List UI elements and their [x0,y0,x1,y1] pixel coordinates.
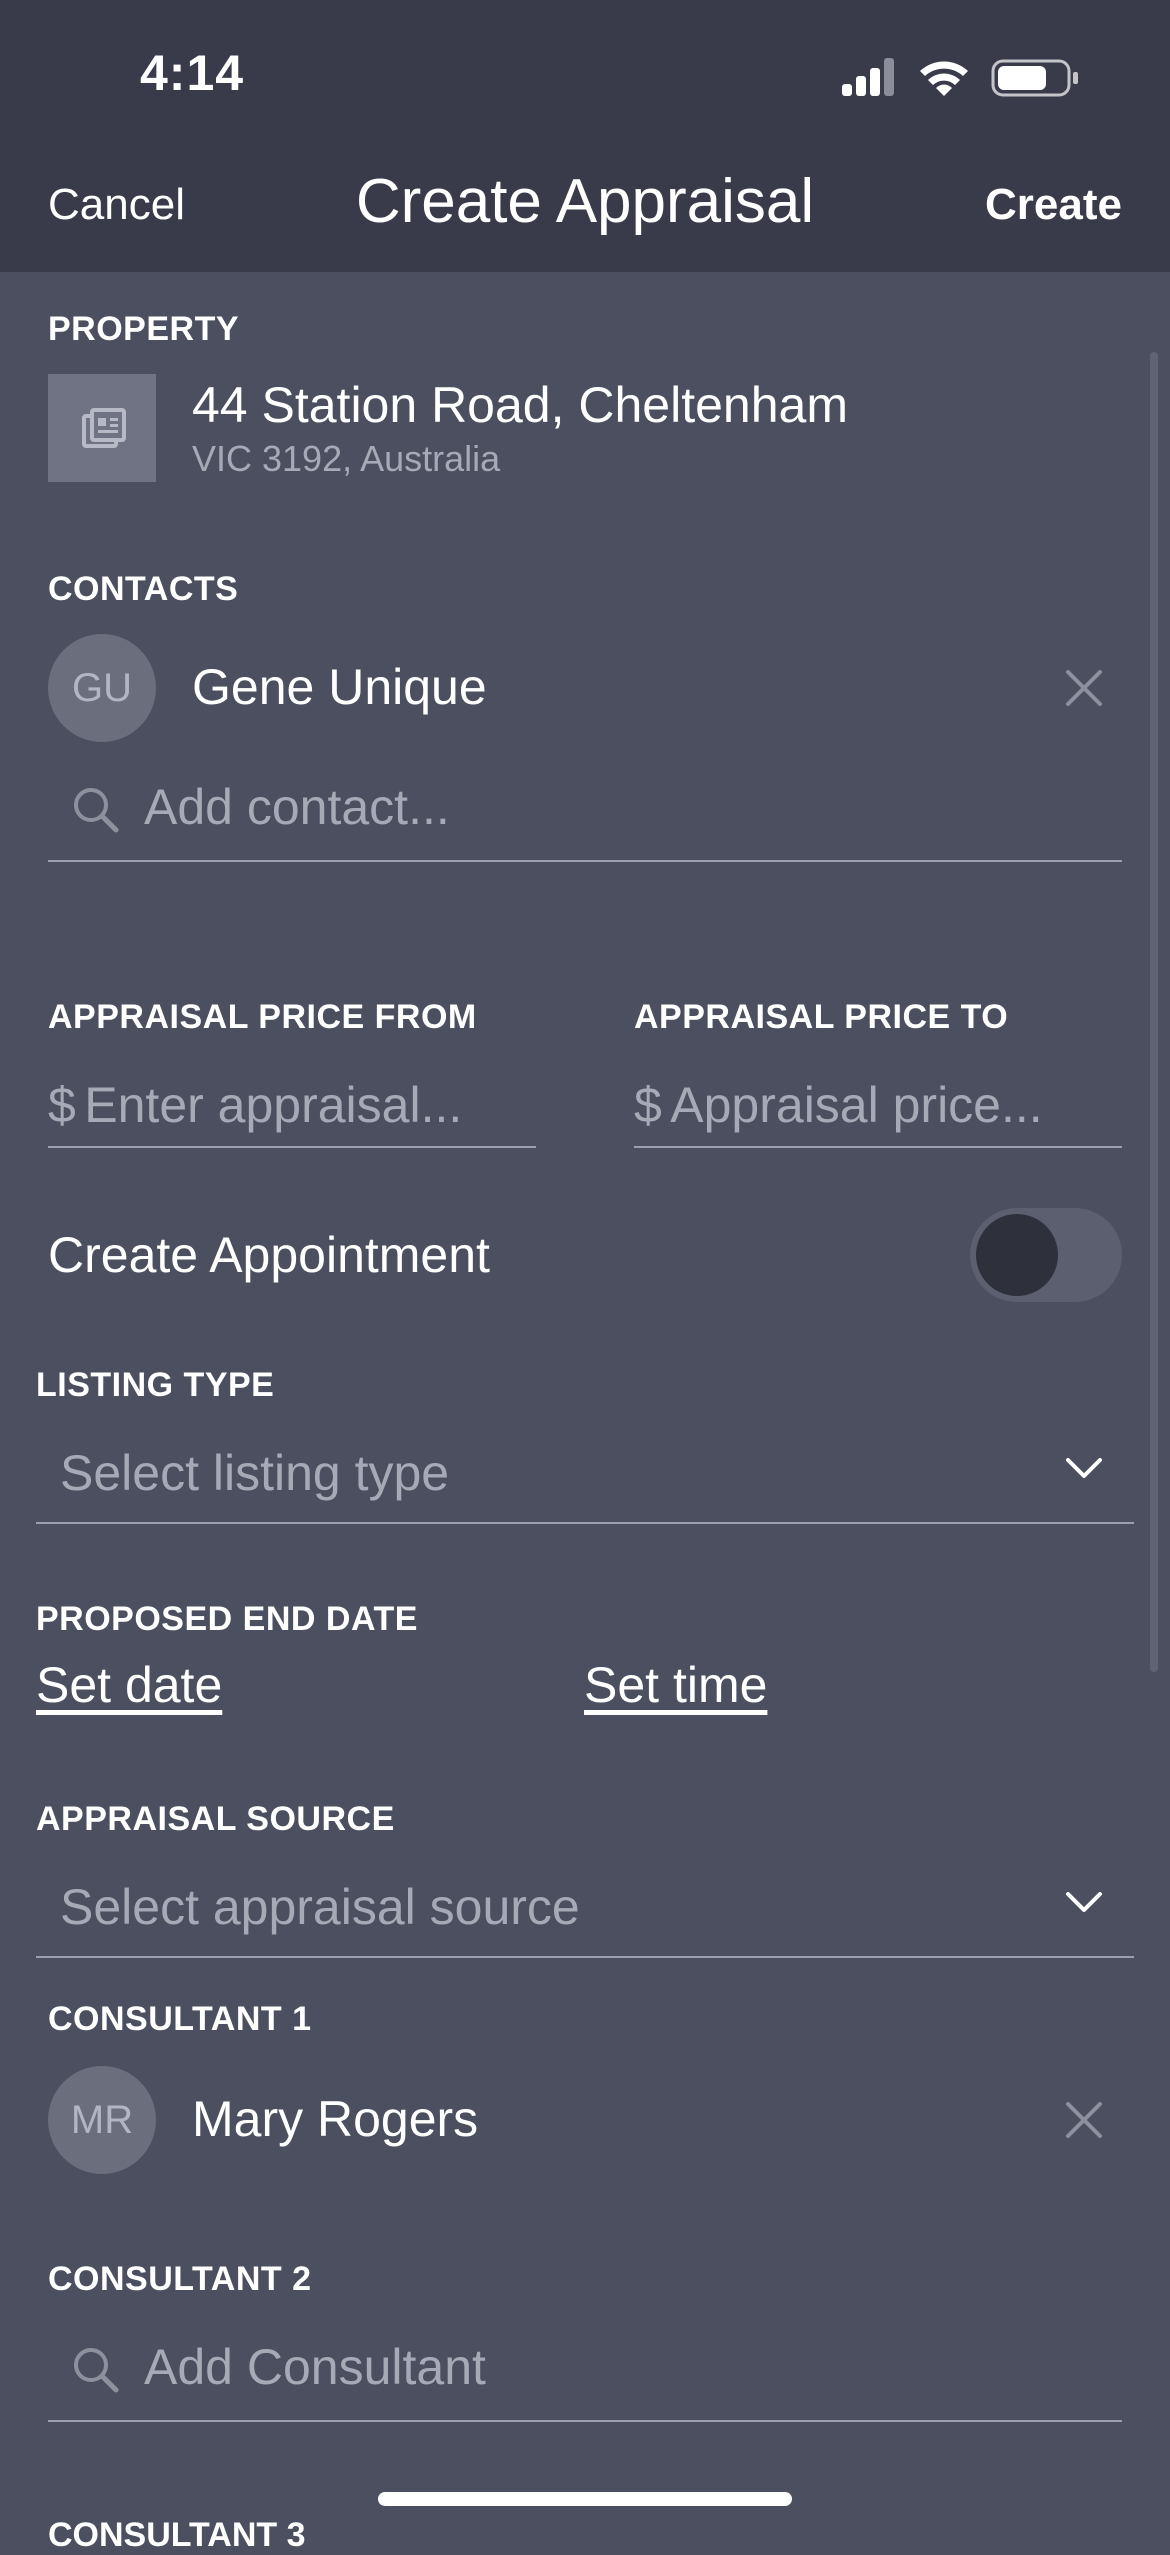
avatar: MR [48,2066,156,2174]
contacts-label: CONTACTS [48,570,239,608]
home-indicator[interactable] [378,2492,792,2506]
property-thumbnail[interactable] [48,374,156,482]
listing-type-underline [36,1522,1134,1524]
add-contact-underline [48,860,1122,862]
contact-name[interactable]: Gene Unique [192,658,487,716]
price-to-underline [634,1146,1122,1148]
property-address-line1[interactable]: 44 Station Road, Cheltenham [192,376,848,434]
property-label: PROPERTY [48,310,240,348]
appraisal-source-underline [36,1956,1134,1958]
battery-icon [991,59,1078,97]
price-to-placeholder: Appraisal price... [670,1077,1043,1133]
status-time: 4:14 [140,45,245,101]
price-from-placeholder: Enter appraisal... [84,1077,463,1133]
set-date-link[interactable]: Set date [36,1656,222,1714]
consultant3-label: CONSULTANT 3 [48,2516,306,2554]
listing-type-label: LISTING TYPE [36,1366,275,1404]
proposed-end-date-label: PROPOSED END DATE [36,1600,418,1638]
status-icons [842,58,1078,97]
appraisal-source-label: APPRAISAL SOURCE [36,1800,395,1838]
price-to-input[interactable]: $ Appraisal price... [634,1076,1122,1146]
set-time-link[interactable]: Set time [584,1656,767,1714]
price-from-currency: $ [48,1077,76,1133]
create-appointment-label: Create Appointment [48,1227,490,1283]
price-from-label: APPRAISAL PRICE FROM [48,998,477,1036]
listing-type-select[interactable]: Select listing type [60,1444,449,1502]
nav-bar: Cancel Create Appraisal Create [0,160,1170,250]
add-contact-input[interactable]: Add contact... [144,778,450,836]
chevron-down-icon[interactable] [1064,1888,1104,1918]
price-from-input[interactable]: $ Enter appraisal... [48,1076,536,1146]
close-icon[interactable] [1062,666,1106,710]
property-address-line2: VIC 3192, Australia [192,438,501,479]
consultant1-name[interactable]: Mary Rogers [192,2090,478,2148]
appraisal-source-select[interactable]: Select appraisal source [60,1878,580,1936]
consultant2-label: CONSULTANT 2 [48,2260,312,2298]
price-to-currency: $ [634,1077,662,1133]
create-button[interactable]: Create [985,180,1122,230]
scrollbar[interactable] [1150,352,1158,1672]
wifi-icon [920,61,968,96]
add-consultant-input[interactable]: Add Consultant [144,2338,486,2396]
search-icon [74,2348,119,2393]
create-appointment-toggle[interactable] [970,1208,1122,1302]
cellular-signal-icon [842,58,894,96]
close-icon[interactable] [1062,2098,1106,2142]
header: 4:14 Cancel Create Appraisal Create [0,0,1170,272]
chevron-down-icon[interactable] [1064,1454,1104,1484]
price-from-underline [48,1146,536,1148]
add-consultant-underline [48,2420,1122,2422]
avatar: GU [48,634,156,742]
search-icon [74,788,119,833]
price-to-label: APPRAISAL PRICE TO [634,998,1009,1036]
property-image-icon [82,408,126,448]
toggle-knob [976,1214,1058,1296]
consultant1-label: CONSULTANT 1 [48,2000,312,2038]
